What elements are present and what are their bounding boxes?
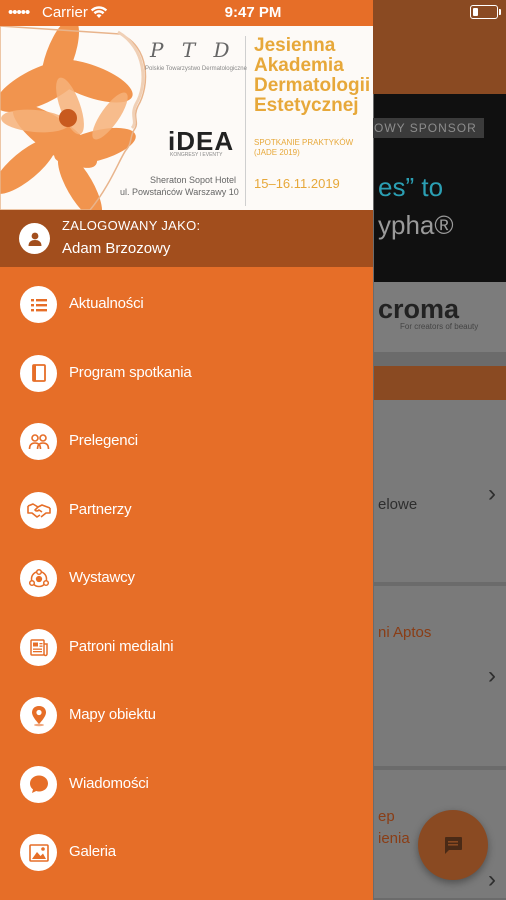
list-item-text: ienia xyxy=(378,830,410,847)
list-item-text: ep xyxy=(378,808,395,825)
handshake-icon xyxy=(20,491,57,529)
chat-icon xyxy=(441,833,465,857)
chevron-right-icon: › xyxy=(488,866,496,893)
menu-item-label: Partnerzy xyxy=(69,500,132,518)
event-title-word: Akademia xyxy=(254,55,344,76)
drawer-header: P T D Polskie Towarzystwo Dermatologiczn… xyxy=(0,0,373,210)
banner-brand: ypha® xyxy=(378,210,454,240)
menu-item-label: Galeria xyxy=(69,843,116,860)
menu-item-prelegenci[interactable]: Prelegenci xyxy=(0,407,373,476)
event-promo-banner[interactable]: P T D Polskie Towarzystwo Dermatologiczn… xyxy=(0,26,373,210)
network-icon xyxy=(20,560,57,597)
menu-item-wiadomosci[interactable]: Wiadomości xyxy=(0,750,373,819)
event-title-line: Estetycznej xyxy=(254,96,370,116)
menu-item-label: Wiadomości xyxy=(69,774,149,792)
chevron-right-icon: › xyxy=(488,662,496,689)
list-item-text: elowe xyxy=(378,496,418,513)
people-icon xyxy=(20,423,57,460)
map-pin-icon xyxy=(20,697,57,734)
book-icon xyxy=(20,354,57,392)
event-title-word: Dermatologii xyxy=(254,75,371,96)
event-title-word: Jesienna xyxy=(254,35,336,56)
menu-item-label: Prelegenci xyxy=(69,432,138,449)
venue-street: ul. Powstańców Warszawy 10 xyxy=(120,187,239,197)
promo-divider xyxy=(245,36,246,206)
list-item[interactable]: elowe › xyxy=(374,400,506,584)
banner-quote: es” to xyxy=(378,172,444,202)
event-dates: 15–16.11.2019 xyxy=(254,176,340,191)
menu-item-label: Wystawcy xyxy=(69,569,135,586)
event-title: Jesienna Akademia Dermatologii Estetyczn… xyxy=(254,36,370,116)
image-icon xyxy=(20,834,57,871)
navigation-drawer: P T D Polskie Towarzystwo Dermatologiczn… xyxy=(0,0,373,900)
chevron-right-icon: › xyxy=(488,480,496,507)
user-name: Adam Brzozowy xyxy=(62,240,171,257)
event-title-line: Jesienna xyxy=(254,36,370,56)
clock-time: 9:47 PM xyxy=(224,4,282,21)
sponsor-logo-sub: For creators of beauty xyxy=(400,322,479,331)
menu-item-label: Mapy obiektu xyxy=(69,706,156,723)
venue-address: Sheraton Sopot Hotel ul. Powstańców Wars… xyxy=(120,174,239,198)
menu-item-patroni-medialni[interactable]: Patroni medialni xyxy=(0,613,373,682)
section-strip xyxy=(374,366,506,400)
event-title-line: Dermatologii xyxy=(254,76,370,96)
venue-name: Sheraton Sopot Hotel xyxy=(149,175,236,185)
drawer-menu: Aktualności Program spotkania Prelegenci… xyxy=(0,270,373,887)
list-icon xyxy=(20,286,57,323)
newspaper-icon xyxy=(20,628,57,666)
event-subtitle: SPOTKANIE PRAKTYKÓW (JADE 2019) xyxy=(254,138,354,157)
menu-item-partnerzy[interactable]: Partnerzy xyxy=(0,476,373,545)
sponsor-logo-text: croma xyxy=(378,294,460,324)
menu-item-aktualnosci[interactable]: Aktualności xyxy=(0,270,373,339)
menu-item-program-spotkania[interactable]: Program spotkania xyxy=(0,339,373,408)
user-avatar-icon xyxy=(19,223,50,254)
list-item[interactable]: ni Aptos › xyxy=(374,586,506,768)
battery-icon xyxy=(470,5,501,19)
sponsor-badge: OWY SPONSOR xyxy=(360,118,484,138)
logged-in-label: ZALOGOWANY JAKO: xyxy=(62,218,201,233)
event-title-line: Akademia xyxy=(254,56,370,76)
chat-bubble-icon xyxy=(20,765,57,803)
logged-in-user[interactable]: ZALOGOWANY JAKO: Adam Brzozowy xyxy=(0,210,373,267)
ptd-logo: P T D xyxy=(150,38,236,62)
idea-logo-subtitle: KONGRESY I EVENTY xyxy=(170,152,223,158)
list-item-text: ni Aptos xyxy=(378,624,432,641)
menu-item-label: Aktualności xyxy=(69,295,144,312)
chat-fab-button[interactable] xyxy=(418,810,488,880)
status-bar: ••••• Carrier 9:47 PM xyxy=(0,0,506,26)
menu-item-label: Patroni medialni xyxy=(69,637,174,655)
event-title-word: Estetycznej xyxy=(254,95,359,116)
menu-item-wystawcy[interactable]: Wystawcy xyxy=(0,544,373,613)
menu-item-label: Program spotkania xyxy=(69,363,192,381)
menu-item-galeria[interactable]: Galeria xyxy=(0,818,373,887)
ptd-logo-subtitle: Polskie Towarzystwo Dermatologiczne xyxy=(145,66,247,72)
divider xyxy=(374,352,506,366)
menu-item-mapy-obiektu[interactable]: Mapy obiektu xyxy=(0,681,373,750)
